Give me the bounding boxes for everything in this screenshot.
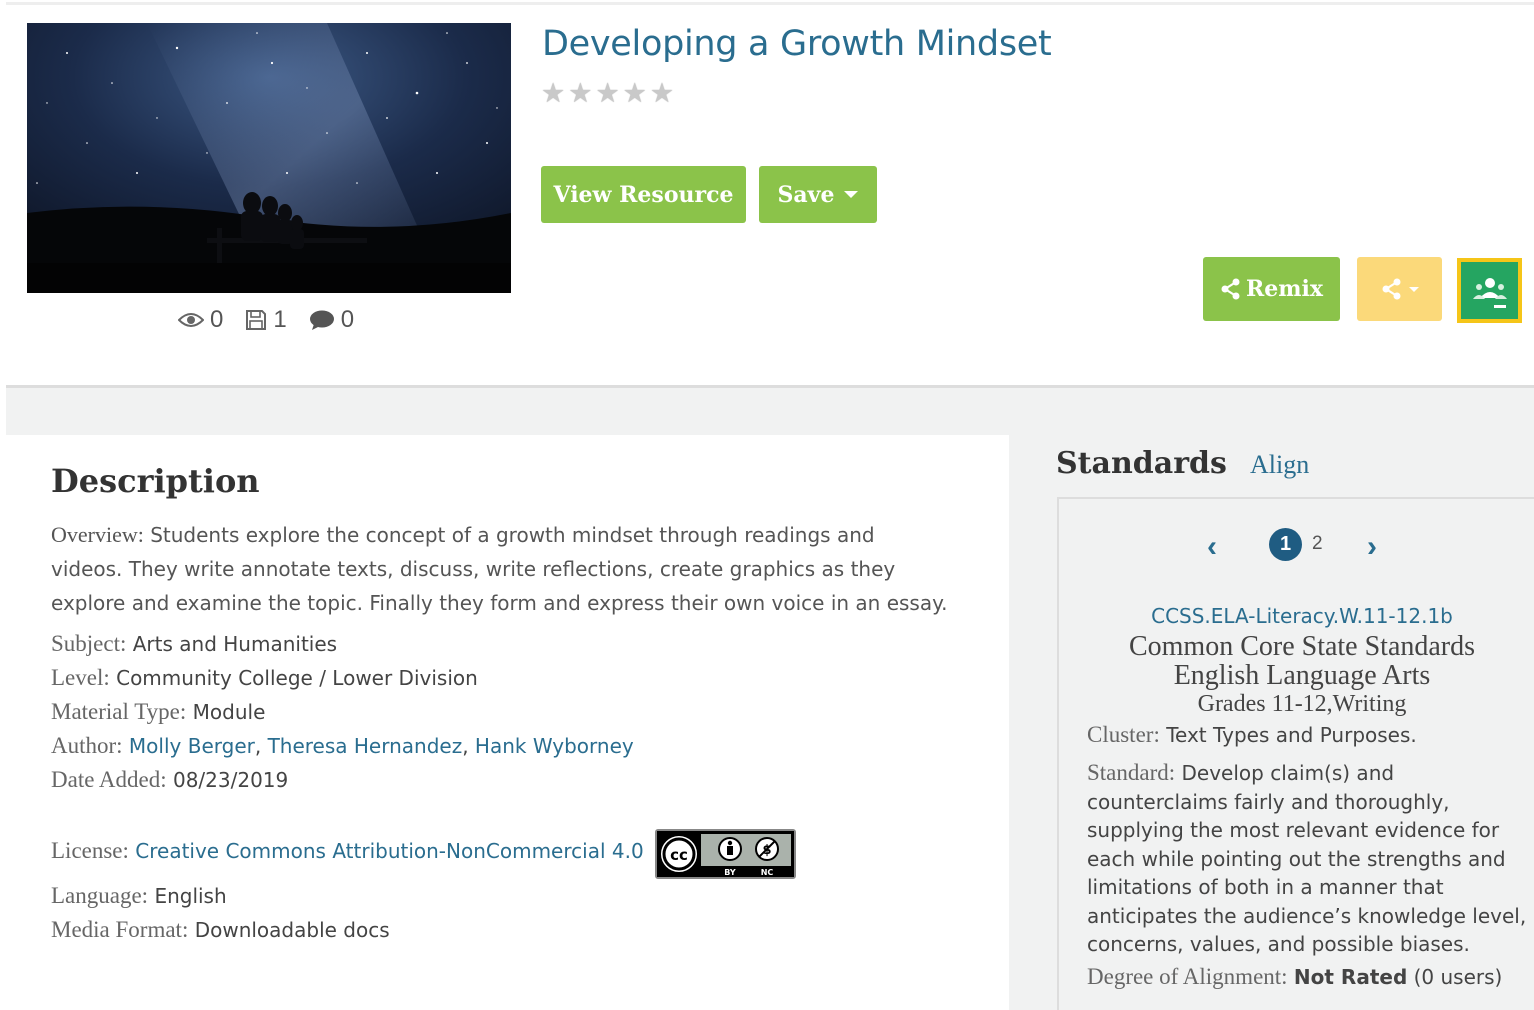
view-resource-button[interactable]: View Resource [541,166,746,223]
night-sky-image [27,23,511,293]
resource-title: Developing a Growth Mindset [542,24,1052,64]
standard-code[interactable]: CCSS.ELA-Literacy.W.11-12.1b [1057,604,1534,628]
language-value: English [154,884,227,908]
views-stat: 0 [178,306,223,334]
level-label: Level: [51,665,110,690]
level-value: Community College / Lower Division [116,666,478,690]
share-icon [1382,278,1400,300]
standard-label: Standard: [1087,760,1176,785]
share-dropdown-button[interactable] [1357,257,1442,321]
star-icon[interactable]: ★ [595,80,619,107]
save-label: Save [777,181,835,208]
caret-down-icon [844,191,859,198]
standard-name: Common Core State Standards English Lang… [1057,632,1534,690]
floppy-icon [246,310,267,330]
level-row: Level: Community College / Lower Divisio… [51,663,478,693]
comments-stat: 0 [309,306,354,334]
remix-label: Remix [1245,276,1324,302]
cc-by-nc-icon: cc $ BY NC [657,831,794,877]
author-link[interactable]: Theresa Hernandez [268,734,463,758]
chevron-right-icon[interactable]: › [1367,530,1377,564]
date-added-label: Date Added: [51,767,167,792]
media-format-row: Media Format: Downloadable docs [51,915,390,945]
license-link[interactable]: Creative Commons Attribution-NonCommerci… [135,839,643,863]
overview-text: Overview: Students explore the concept o… [51,518,951,620]
star-icon[interactable]: ★ [650,80,674,107]
date-added-row: Date Added: 08/23/2019 [51,765,288,795]
license-label: License: [51,838,129,863]
svg-text:NC: NC [761,868,774,877]
author-row: Author: Molly Berger, Theresa Hernandez,… [51,733,634,758]
save-button[interactable]: Save [759,166,877,223]
overview-body: Students explore the concept of a growth… [51,523,948,615]
page-2-button[interactable]: 2 [1312,533,1323,555]
overview-label: Overview: [51,522,144,547]
degree-users: (0 users) [1413,965,1503,989]
star-rating[interactable]: ★ ★ ★ ★ ★ [541,80,677,107]
standard-name-line2: English Language Arts [1173,660,1431,691]
star-icon[interactable]: ★ [623,80,647,107]
license-row: License: Creative Commons Attribution-No… [51,836,644,866]
standard-text: Standard: Develop claim(s) and countercl… [1087,759,1527,959]
author-link[interactable]: Hank Wyborney [475,734,634,758]
chevron-left-icon[interactable]: ‹ [1207,530,1217,564]
share-icon [1221,278,1240,300]
remix-button[interactable]: Remix [1203,257,1340,321]
material-type-row: Material Type: Module [51,697,265,727]
eye-icon [178,313,204,327]
standard-body: Develop claim(s) and counterclaims fairl… [1087,761,1527,956]
media-format-value: Downloadable docs [194,918,390,942]
degree-value: Not Rated [1293,965,1408,989]
star-icon[interactable]: ★ [568,80,592,107]
caret-down-icon [1408,286,1419,292]
material-type-label: Material Type: [51,699,187,724]
svg-text:BY: BY [724,868,736,877]
degree-label: Degree of Alignment: [1087,964,1288,989]
resource-stats: 0 1 0 [178,305,376,335]
view-resource-label: View Resource [553,181,734,208]
saves-count: 1 [273,306,287,333]
degree-of-alignment-row: Degree of Alignment: Not Rated (0 users) [1087,964,1502,990]
subject-row: Subject: Arts and Humanities [51,629,337,659]
svg-text:cc: cc [670,846,688,864]
google-classroom-icon [1472,277,1507,308]
author-link[interactable]: Molly Berger [129,734,255,758]
standard-name-line1: Common Core State Standards [1128,631,1476,662]
comments-count: 0 [340,306,355,333]
standards-pager: ‹ 1 2 › [1207,525,1397,565]
material-type-value: Module [192,700,266,724]
page-1-button[interactable]: 1 [1269,528,1302,561]
subject-value: Arts and Humanities [132,632,338,656]
resource-thumbnail[interactable] [27,23,511,293]
top-divider [6,2,1534,5]
standards-heading: Standards [1056,446,1227,481]
views-count: 0 [210,306,224,333]
star-icon[interactable]: ★ [541,80,565,107]
cc-by-nc-badge[interactable]: cc $ BY NC [655,829,796,879]
media-format-label: Media Format: [51,917,189,942]
saves-stat: 1 [245,306,287,334]
subject-label: Subject: [51,631,127,656]
cluster-label: Cluster: [1087,722,1160,747]
date-added-value: 08/23/2019 [172,768,289,792]
comment-icon [309,310,334,330]
language-row: Language: English [51,881,227,911]
description-heading: Description [51,462,260,500]
language-label: Language: [51,883,149,908]
cluster-value: Text Types and Purposes. [1166,723,1417,747]
author-label: Author: [51,733,123,758]
align-link[interactable]: Align [1250,450,1309,480]
google-classroom-button[interactable] [1457,258,1522,323]
standard-grades: Grades 11-12,Writing [1197,691,1407,717]
cluster-row: Cluster: Text Types and Purposes. [1087,722,1417,748]
